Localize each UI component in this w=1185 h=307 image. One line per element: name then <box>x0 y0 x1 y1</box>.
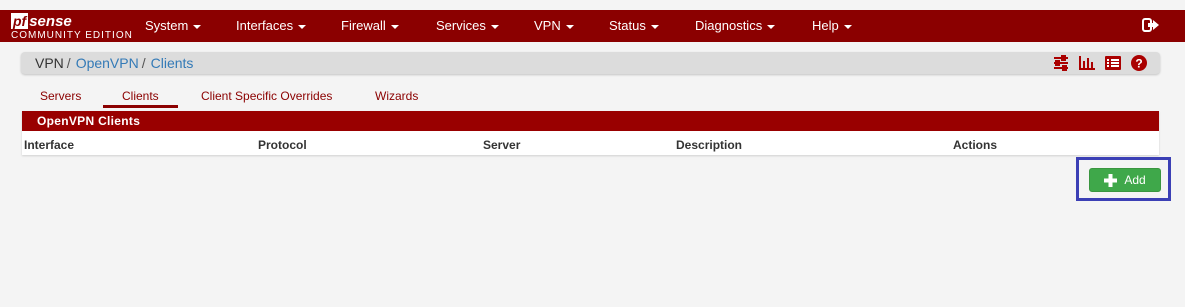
sliders-icon[interactable] <box>1052 54 1070 72</box>
nav-status-label: Status <box>609 18 646 33</box>
nav-status[interactable]: Status <box>609 18 659 33</box>
column-header-server: Server <box>483 138 521 152</box>
caret-down-icon <box>193 24 202 29</box>
logo-pf: pf <box>11 13 29 29</box>
caret-down-icon <box>490 24 499 29</box>
brand-edition: COMMUNITY EDITION <box>11 30 133 41</box>
caret-down-icon <box>390 24 399 29</box>
top-navbar: pf sense COMMUNITY EDITION System Interfa… <box>0 10 1185 42</box>
nav-interfaces-label: Interfaces <box>236 18 294 33</box>
caret-down-icon <box>650 24 659 29</box>
breadcrumb-openvpn-link[interactable]: OpenVPN <box>76 55 139 71</box>
nav-diagnostics[interactable]: Diagnostics <box>695 18 776 33</box>
nav-firewall[interactable]: Firewall <box>341 18 399 33</box>
breadcrumb-clients-link[interactable]: Clients <box>151 55 194 71</box>
panel-heading: OpenVPN Clients <box>22 111 1159 131</box>
tab-servers[interactable]: Servers <box>40 89 81 107</box>
nav-help[interactable]: Help <box>812 18 852 33</box>
nav-interfaces[interactable]: Interfaces <box>236 18 307 33</box>
nav-system-label: System <box>145 18 189 33</box>
tab-wizards[interactable]: Wizards <box>375 89 418 107</box>
column-header-protocol: Protocol <box>258 138 307 152</box>
caret-down-icon <box>565 24 574 29</box>
breadcrumb-vpn: VPN <box>35 55 64 71</box>
add-button-label: Add <box>1124 173 1146 187</box>
column-header-interface: Interface <box>24 138 75 152</box>
column-header-description: Description <box>676 138 743 152</box>
tab-clients[interactable]: Clients <box>103 89 178 108</box>
svg-text:?: ? <box>1135 57 1142 71</box>
nav-help-label: Help <box>812 18 839 33</box>
openvpn-clients-panel: OpenVPN Clients Interface Protocol Serve… <box>22 111 1159 155</box>
plus-icon <box>1104 173 1118 187</box>
sign-out-icon[interactable] <box>1142 16 1160 34</box>
logo-wordmark: pf sense <box>11 13 72 30</box>
caret-down-icon <box>767 24 776 29</box>
caret-down-icon <box>843 24 852 29</box>
question-circle-icon[interactable]: ? <box>1130 54 1148 72</box>
breadcrumb-separator: / <box>66 55 71 71</box>
pfsense-logo[interactable]: pf sense COMMUNITY EDITION <box>11 12 133 42</box>
nav-system[interactable]: System <box>145 18 202 33</box>
breadcrumb-trail: VPN / OpenVPN / Clients <box>35 55 193 71</box>
breadcrumb-actions: ? <box>1052 54 1148 72</box>
bar-chart-icon[interactable] <box>1078 54 1096 72</box>
breadcrumb-separator: / <box>141 55 146 71</box>
list-icon[interactable] <box>1104 54 1122 72</box>
nav-vpn[interactable]: VPN <box>534 18 574 33</box>
nav-diagnostics-label: Diagnostics <box>695 18 763 33</box>
nav-vpn-label: VPN <box>534 18 561 33</box>
nav-services[interactable]: Services <box>436 18 499 33</box>
nav-firewall-label: Firewall <box>341 18 386 33</box>
caret-down-icon <box>298 24 307 29</box>
add-button[interactable]: Add <box>1089 168 1161 192</box>
breadcrumb: VPN / OpenVPN / Clients ? <box>21 52 1160 74</box>
nav-services-label: Services <box>436 18 486 33</box>
logo-sense: sense <box>29 13 72 30</box>
column-header-actions: Actions <box>953 138 998 152</box>
tab-client-specific-overrides[interactable]: Client Specific Overrides <box>201 89 332 107</box>
